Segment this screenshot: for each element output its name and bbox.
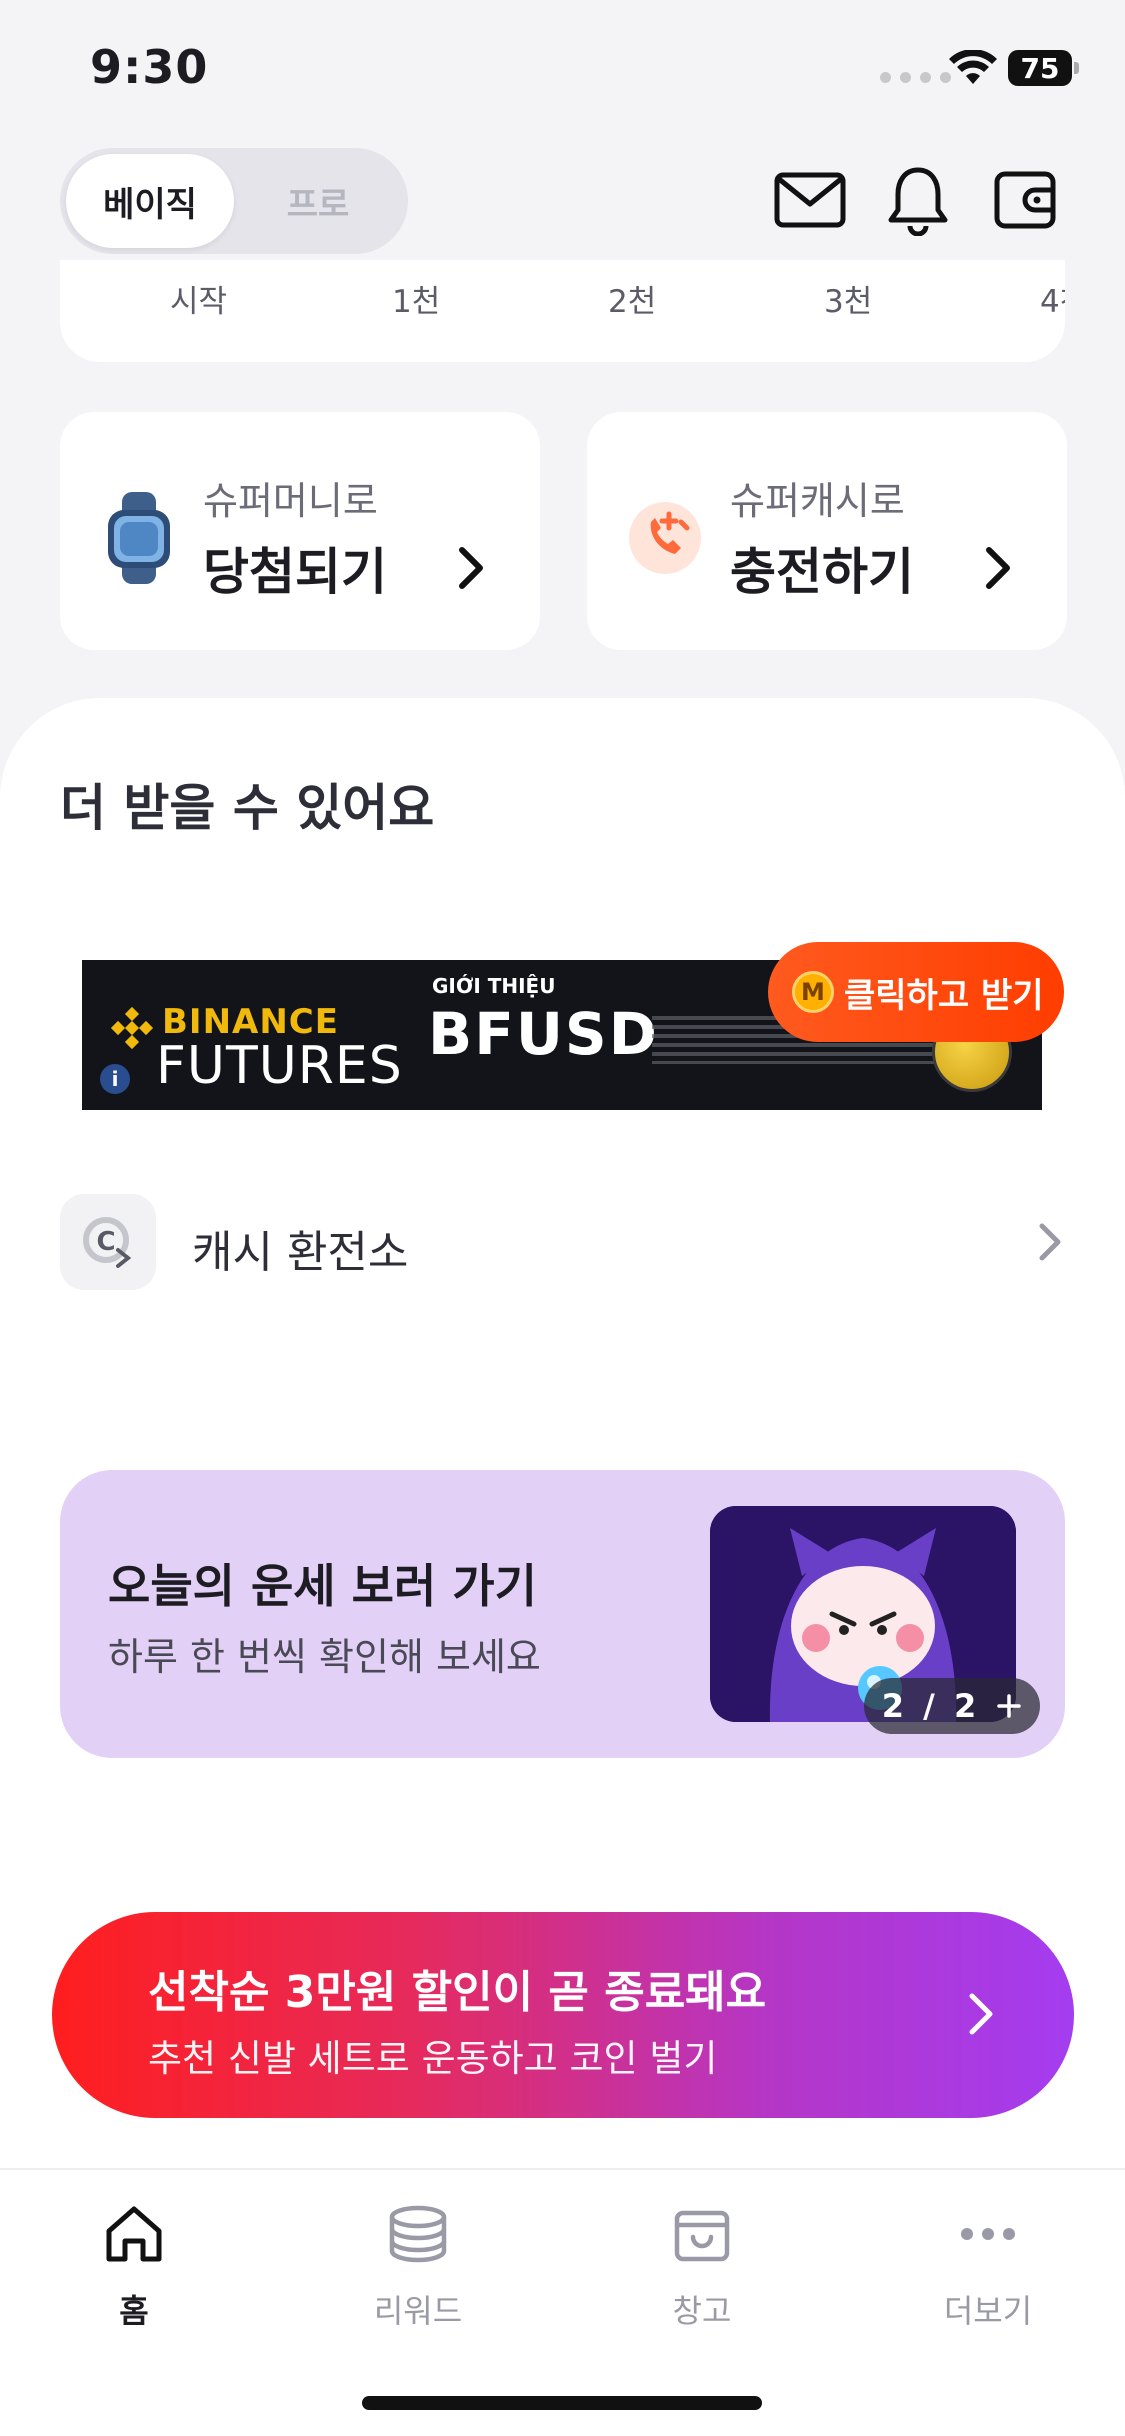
mail-icon[interactable] (770, 160, 850, 240)
wallet-icon[interactable] (985, 160, 1065, 240)
pager-count: 2 / 2 (881, 1687, 981, 1725)
chevron-right-icon (969, 1993, 993, 2035)
cash-exchange-icon: C (60, 1194, 156, 1290)
nav-label: 더보기 (943, 2292, 1033, 2330)
smartwatch-icon (108, 492, 170, 584)
progress-tick: 2천 (608, 284, 657, 320)
progress-tick: 시작 (170, 284, 228, 320)
nav-label: 창고 (672, 2292, 732, 2330)
claim-reward-button[interactable]: M 클릭하고 받기 (768, 942, 1064, 1042)
supercash-charge-card[interactable]: 슈퍼캐시로 충전하기 (587, 412, 1067, 650)
nav-more[interactable]: 더보기 (888, 2198, 1088, 2332)
reward-progress-card: 시작 1천 2천 3천 4천 (60, 260, 1065, 362)
nav-label: 홈 (119, 2292, 149, 2330)
nav-home[interactable]: 홈 (34, 2198, 234, 2332)
nav-storage[interactable]: 창고 (602, 2198, 802, 2332)
battery-icon: 75 (1008, 50, 1079, 86)
phone-charge-icon (629, 502, 701, 574)
mode-toggle[interactable]: 베이직 프로 (60, 148, 408, 254)
mode-basic-tab[interactable]: 베이직 (66, 154, 234, 248)
ad-info-icon[interactable]: i (100, 1064, 130, 1094)
ad-intro: GIỚI THIỆU (432, 974, 556, 998)
battery-level: 75 (1020, 51, 1060, 85)
ad-headline: BFUSD (428, 1000, 659, 1068)
ad-product: FUTURES (156, 1036, 403, 1096)
discount-promo-banner[interactable]: 선착순 3만원 할인이 곧 종료돼요 추천 신발 세트로 운동하고 코인 벌기 (52, 1912, 1074, 2118)
chevron-right-icon (986, 547, 1010, 589)
fortune-subtitle: 하루 한 번씩 확인해 보세요 (108, 1635, 541, 1679)
cash-exchange-row[interactable]: C 캐시 환전소 (60, 1194, 1065, 1294)
promo-subtitle: 슈퍼머니로 (203, 479, 378, 523)
cellular-signal-icon (880, 72, 951, 83)
coins-icon (382, 2198, 454, 2270)
progress-tick: 1천 (392, 284, 441, 320)
nav-label: 리워드 (373, 2292, 463, 2330)
wifi-icon (949, 50, 997, 84)
promo-subtitle: 슈퍼캐시로 (730, 479, 905, 523)
status-time: 9:30 (90, 40, 209, 94)
binance-logo-icon (110, 1006, 154, 1050)
claim-label: 클릭하고 받기 (844, 975, 1044, 1016)
cta-subtitle: 추천 신발 세트로 운동하고 코인 벌기 (148, 2037, 718, 2080)
cash-exchange-letter: C (96, 1227, 115, 1257)
promo-title: 충전하기 (730, 543, 914, 601)
section-title: 더 받을 수 있어요 (60, 779, 435, 837)
chevron-right-icon (459, 547, 483, 589)
promo-title: 당첨되기 (203, 543, 387, 601)
fortune-title: 오늘의 운세 보러 가기 (108, 1559, 537, 1613)
supermoney-win-card[interactable]: 슈퍼머니로 당첨되기 (60, 412, 540, 650)
chevron-right-icon (1039, 1223, 1061, 1261)
home-indicator[interactable] (362, 2396, 762, 2410)
bell-icon[interactable] (878, 160, 958, 240)
plus-icon (997, 1694, 1021, 1718)
carousel-pager[interactable]: 2 / 2 (864, 1678, 1040, 1734)
cash-exchange-label: 캐시 환전소 (192, 1227, 409, 1278)
mode-pro-tab[interactable]: 프로 (234, 154, 402, 248)
cta-title: 선착순 3만원 할인이 곧 종료돼요 (148, 1967, 767, 2018)
home-icon (98, 2198, 170, 2270)
progress-tick: 4천 (1040, 284, 1065, 320)
progress-tick: 3천 (824, 284, 873, 320)
storage-box-icon (666, 2198, 738, 2270)
more-icon (952, 2198, 1024, 2270)
nav-rewards[interactable]: 리워드 (318, 2198, 518, 2332)
coin-icon: M (792, 971, 834, 1013)
